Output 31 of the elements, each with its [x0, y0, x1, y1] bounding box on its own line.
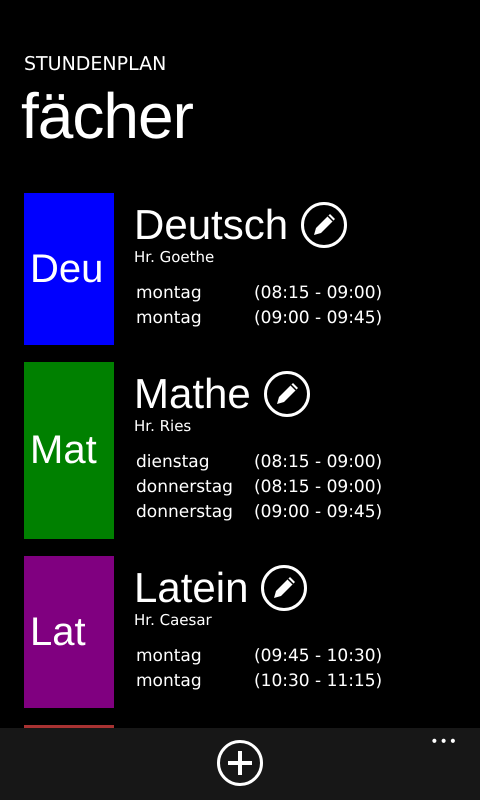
subject-name: Mathe	[134, 370, 251, 418]
time-range: (09:00 - 09:45)	[254, 307, 382, 330]
teacher-name: Hr. Caesar	[134, 611, 212, 629]
subject-name: Deutsch	[134, 201, 288, 249]
weekday: montag	[136, 283, 202, 303]
subject-tile[interactable]: Deu	[24, 193, 114, 345]
time-range: (08:15 - 09:00)	[254, 476, 382, 499]
weekday: montag	[136, 308, 202, 328]
teacher-name: Hr. Goethe	[134, 248, 214, 266]
weekday: montag	[136, 646, 202, 666]
edit-icon[interactable]	[260, 564, 308, 612]
subject-tile[interactable]: Mat	[24, 362, 114, 539]
add-icon[interactable]	[216, 739, 264, 787]
subject-tile[interactable]	[24, 725, 114, 728]
app-title: STUNDENPLAN	[24, 52, 166, 76]
weekday: donnerstag	[136, 502, 233, 522]
teacher-name: Hr. Ries	[134, 417, 192, 435]
time-range: (09:00 - 09:45)	[254, 501, 382, 524]
subject-tile[interactable]: Lat	[24, 556, 114, 708]
time-range: (08:15 - 09:00)	[254, 282, 382, 305]
time-range: (09:45 - 10:30)	[254, 645, 382, 668]
more-menu-button[interactable]: •••	[430, 734, 458, 750]
edit-icon[interactable]	[262, 370, 311, 418]
edit-icon[interactable]	[300, 201, 348, 249]
subject-name: Latein	[134, 564, 248, 612]
weekday: dienstag	[136, 452, 210, 472]
time-range: (08:15 - 09:00)	[254, 451, 382, 474]
time-range: (10:30 - 11:15)	[254, 670, 382, 693]
weekday: donnerstag	[136, 477, 233, 497]
weekday: montag	[136, 671, 202, 691]
page-title: fächer	[21, 79, 193, 154]
